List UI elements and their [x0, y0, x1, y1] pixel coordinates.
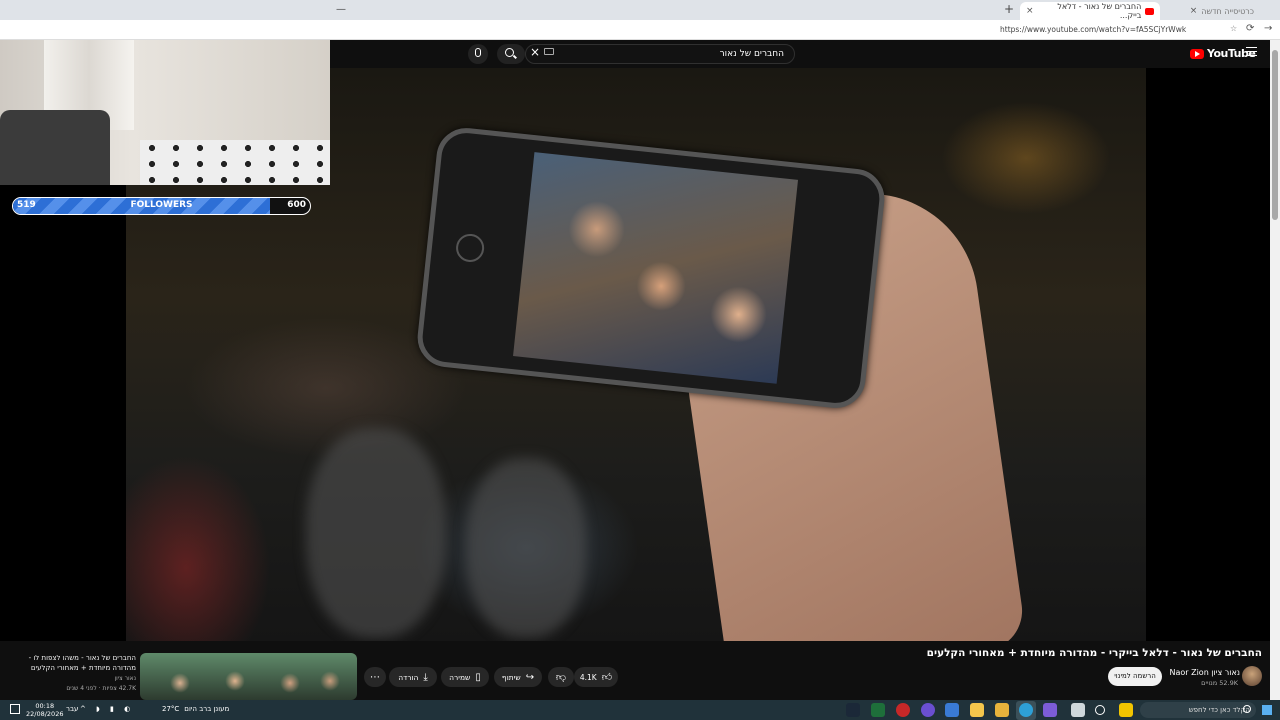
- back-arrow-icon[interactable]: →: [1264, 23, 1272, 34]
- tab-title: כרטיסייה חדשה: [1201, 6, 1254, 16]
- bookmark-icon: ▯: [475, 671, 481, 683]
- phone: [414, 125, 888, 411]
- thumbs-down-icon: 👎︎: [555, 672, 567, 683]
- close-tab-icon[interactable]: ×: [1190, 6, 1198, 16]
- clear-search-icon[interactable]: ×: [530, 45, 540, 59]
- save-button[interactable]: ▯ שמירה: [441, 667, 489, 687]
- taskbar-search-placeholder[interactable]: הקלד כאן כדי לחפש: [1189, 706, 1250, 714]
- recommended-video-meta: 42.7K צפיות · לפני 4 שנים: [66, 685, 136, 692]
- browser-tab-bar: — + החברים של נאור - דלאל בייק... × כרטי…: [0, 0, 1280, 20]
- store-icon[interactable]: [945, 703, 959, 717]
- followers-goal-bar: 519 FOLLOWERS 600: [12, 197, 311, 215]
- notification-icon[interactable]: [10, 704, 20, 714]
- tab-youtube[interactable]: החברים של נאור - דלאל בייק... ×: [1020, 2, 1160, 20]
- taskbar-app-icon[interactable]: [1043, 703, 1057, 717]
- address-bar: https://www.youtube.com/watch?v=fA5SCjYr…: [0, 20, 1280, 40]
- task-view-icon[interactable]: [1095, 705, 1105, 715]
- thumbs-up-icon: 👍︎: [601, 672, 613, 683]
- like-count: 4.1K: [579, 672, 597, 682]
- search-button[interactable]: [497, 44, 525, 64]
- weather-widget[interactable]: 27°C מעונן ברב היום: [162, 705, 229, 713]
- weather-condition: מעונן ברב היום: [184, 705, 230, 713]
- folder-icon[interactable]: [970, 703, 984, 717]
- clock-time: 00:18: [35, 702, 55, 710]
- language-indicator[interactable]: עבר: [66, 705, 78, 713]
- taskbar-app-icon[interactable]: [1071, 703, 1085, 717]
- hamburger-menu-icon[interactable]: [1246, 47, 1257, 56]
- reload-icon[interactable]: ⟳: [1246, 23, 1254, 34]
- bed-pattern: [140, 140, 330, 185]
- dislike-button[interactable]: 👎︎: [548, 667, 574, 687]
- tab-new[interactable]: כרטיסייה חדשה ×: [1160, 2, 1260, 20]
- close-tab-icon[interactable]: ×: [1026, 6, 1034, 16]
- subscriber-count: 52.9K מנויים: [1201, 679, 1238, 687]
- share-icon: ↪: [525, 671, 535, 683]
- keyboard-icon[interactable]: [544, 48, 554, 55]
- channel-avatar[interactable]: [1242, 666, 1262, 686]
- microphone-icon: [475, 48, 481, 57]
- background-person: [466, 458, 586, 638]
- youtube-favicon-icon: [1145, 7, 1154, 15]
- share-button[interactable]: ↪ שיתוף: [494, 667, 542, 687]
- clock-date: 22/08/2026: [26, 710, 64, 718]
- taskbar-app-icon[interactable]: [921, 703, 935, 717]
- channel-name[interactable]: נאור ציון Naor Zion: [1160, 668, 1240, 677]
- tab-title: החברים של נאור - דלאל בייק...: [1057, 2, 1142, 20]
- phone-home-button: [454, 232, 486, 264]
- nvidia-icon[interactable]: [871, 703, 885, 717]
- taskbar-clock[interactable]: 00:18 22/08/2026: [26, 702, 63, 718]
- recommended-video-channel[interactable]: נאור ציון: [6, 675, 136, 682]
- save-label: שמירה: [449, 672, 471, 682]
- steam-icon[interactable]: [846, 703, 860, 717]
- phone-screen-selfie: [513, 152, 799, 384]
- video-title: החברים של נאור - דלאל בייקרי - מהדורה מי…: [926, 647, 1262, 659]
- download-label: הורדה: [398, 672, 419, 682]
- system-tray-icons[interactable]: ^ ◗ ▮ ◐: [80, 705, 134, 713]
- new-tab-button[interactable]: +: [1004, 2, 1014, 16]
- screen: 519 FOLLOWERS 600 — + החברים של נאור - ד…: [0, 0, 1280, 720]
- search-input[interactable]: החברים של נאור: [525, 44, 795, 64]
- recommended-video-thumbnail[interactable]: [140, 653, 357, 700]
- download-icon: ⤓: [423, 671, 428, 683]
- more-actions-button[interactable]: ⋯: [364, 667, 386, 687]
- followers-label: FOLLOWERS: [130, 200, 193, 210]
- background-person: [306, 428, 446, 638]
- windows-start-icon[interactable]: [1262, 705, 1272, 715]
- widgets-icon[interactable]: [1119, 703, 1133, 717]
- scrollbar-thumb[interactable]: [1272, 50, 1278, 220]
- search-query[interactable]: החברים של נאור: [720, 49, 784, 59]
- taskbar-search-icon: [1243, 705, 1251, 713]
- search-icon: [505, 48, 514, 57]
- window-controls[interactable]: —: [336, 4, 346, 15]
- page-scrollbar[interactable]: [1270, 40, 1280, 700]
- voice-search-button[interactable]: [468, 44, 488, 64]
- video-letterbox-right[interactable]: [1146, 68, 1270, 641]
- bookmark-icon[interactable]: ☆: [1230, 24, 1237, 33]
- weather-temp: 27°C: [162, 705, 180, 713]
- followers-target: 600: [287, 200, 306, 210]
- taskbar-app-icon[interactable]: [896, 703, 910, 717]
- edge-browser-icon[interactable]: [1019, 703, 1033, 717]
- more-dots-icon: ⋯: [370, 671, 380, 683]
- file-explorer-icon[interactable]: [995, 703, 1009, 717]
- subscribe-button[interactable]: הרשמה למינוי: [1108, 667, 1162, 686]
- url-field[interactable]: https://www.youtube.com/watch?v=fA5SCjYr…: [1000, 25, 1228, 34]
- download-button[interactable]: ⤓ הורדה: [389, 667, 437, 687]
- share-label: שיתוף: [501, 672, 521, 682]
- youtube-play-icon: [1190, 48, 1204, 59]
- recommended-video-title[interactable]: החברים של נאור - משהו לצפות לו - מהדורה …: [6, 654, 136, 673]
- like-button[interactable]: 👍︎ 4.1K: [574, 667, 618, 687]
- chair: [0, 110, 110, 185]
